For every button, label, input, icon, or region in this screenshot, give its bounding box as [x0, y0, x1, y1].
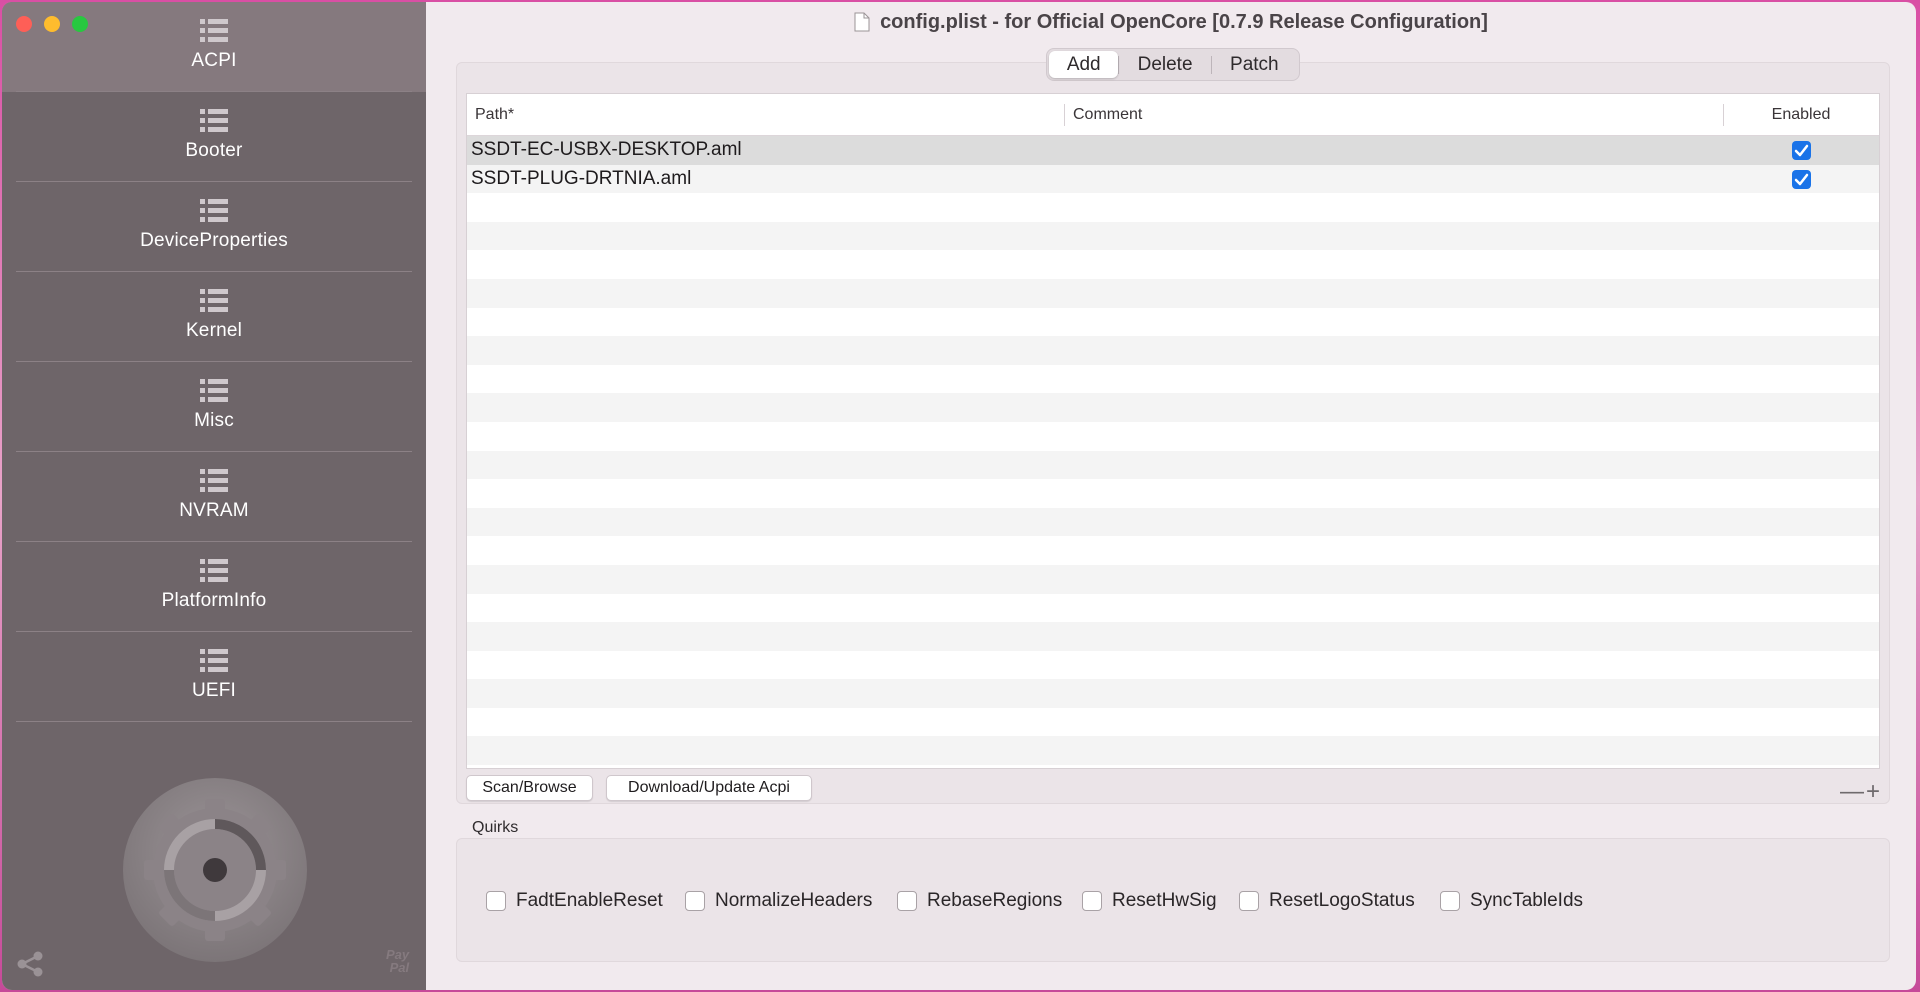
table-row[interactable]: SSDT-PLUG-DRTNIA.aml: [467, 164, 1879, 194]
close-button[interactable]: [16, 16, 32, 32]
table-row-empty: [467, 564, 1879, 594]
table-body: SSDT-EC-USBX-DESKTOP.aml SSDT-PLUG-DRTNI…: [467, 136, 1879, 768]
sidebar-item-label: PlatformInfo: [161, 590, 267, 611]
sidebar-item-platforminfo[interactable]: PlatformInfo: [2, 542, 426, 632]
table-header: Path* Comment Enabled: [467, 94, 1879, 136]
table-row-empty: [467, 365, 1879, 394]
title-bar: config.plist - for Official OpenCore [0.…: [426, 2, 1916, 42]
table-row-empty: [467, 507, 1879, 537]
checkbox[interactable]: [1082, 891, 1102, 911]
paypal-logo[interactable]: Pay Pal: [386, 948, 409, 974]
list-icon: [200, 469, 228, 492]
sidebar-item-label: Kernel: [185, 320, 243, 341]
quirks-label: Quirks: [472, 819, 519, 836]
quirk-rebaseregions[interactable]: RebaseRegions: [897, 890, 1062, 912]
enabled-checkbox[interactable]: [1792, 141, 1811, 160]
tab-delete[interactable]: Delete: [1119, 51, 1210, 78]
table-row-empty: [467, 536, 1879, 565]
list-icon: [200, 19, 228, 42]
column-header-path[interactable]: Path*: [475, 106, 514, 124]
table-row-empty: [467, 679, 1879, 708]
list-icon: [200, 289, 228, 312]
remove-row-button[interactable]: —: [1840, 778, 1866, 805]
sidebar-item-booter[interactable]: Booter: [2, 92, 426, 182]
list-icon: [200, 199, 228, 222]
enabled-checkbox[interactable]: [1792, 169, 1811, 189]
checkbox[interactable]: [486, 891, 506, 911]
quirk-resetlogostatus[interactable]: ResetLogoStatus: [1239, 890, 1415, 912]
quirk-resethwsig[interactable]: ResetHwSig: [1082, 890, 1217, 912]
checkbox[interactable]: [685, 891, 705, 911]
add-row-button[interactable]: +: [1866, 778, 1882, 805]
row-controls: —+: [1840, 778, 1882, 806]
quirk-fadtenablereset[interactable]: FadtEnableReset: [486, 890, 663, 912]
table-row-empty: [467, 193, 1879, 222]
gear-icon[interactable]: [122, 777, 308, 963]
table-row-empty: [467, 736, 1879, 766]
list-icon: [200, 559, 228, 582]
download-update-acpi-button[interactable]: Download/Update Acpi: [606, 775, 812, 801]
cell-path[interactable]: SSDT-EC-USBX-DESKTOP.aml: [471, 139, 742, 161]
sidebar-item-label: NVRAM: [179, 500, 249, 521]
quirk-synctableids[interactable]: SyncTableIds: [1440, 890, 1583, 912]
table-row-empty: [467, 308, 1879, 337]
checkbox[interactable]: [897, 891, 917, 911]
table-row-empty: [467, 221, 1879, 251]
sidebar-item-label: Misc: [194, 410, 234, 431]
sidebar-item-kernel[interactable]: Kernel: [2, 272, 426, 362]
sidebar-item-nvram[interactable]: NVRAM: [2, 452, 426, 542]
table-row-empty: [467, 450, 1879, 480]
acpi-table: Path* Comment Enabled SSDT-EC-USBX-DESKT…: [466, 93, 1880, 769]
table-row[interactable]: SSDT-EC-USBX-DESKTOP.aml: [467, 136, 1879, 165]
sidebar-item-label: Booter: [185, 140, 243, 161]
window-title: config.plist - for Official OpenCore [0.…: [880, 10, 1488, 33]
checkbox[interactable]: [1239, 891, 1259, 911]
share-icon[interactable]: [16, 950, 44, 978]
table-row-empty: [467, 336, 1879, 365]
column-header-enabled[interactable]: Enabled: [1723, 106, 1879, 124]
minimize-button[interactable]: [44, 16, 60, 32]
table-row-empty: [467, 651, 1879, 680]
scan-browse-button[interactable]: Scan/Browse: [466, 775, 593, 801]
table-row-empty: [467, 708, 1879, 737]
traffic-lights: [16, 16, 88, 32]
sidebar-item-label: ACPI: [191, 50, 237, 71]
app-window: ACPI Booter DeviceProperties Kernel Misc…: [2, 2, 1916, 990]
table-row-empty: [467, 594, 1879, 623]
sidebar-item-uefi[interactable]: UEFI: [2, 632, 426, 722]
segmented-tabs: Add Delete Patch: [1046, 48, 1300, 81]
table-row-empty: [467, 422, 1879, 451]
checkmark-icon: [1794, 144, 1809, 157]
list-icon: [200, 649, 228, 672]
tab-add[interactable]: Add: [1049, 51, 1119, 78]
table-row-empty: [467, 622, 1879, 651]
column-header-comment[interactable]: Comment: [1073, 106, 1142, 124]
sidebar-item-misc[interactable]: Misc: [2, 362, 426, 452]
table-row-empty: [467, 479, 1879, 508]
zoom-button[interactable]: [72, 16, 88, 32]
cell-path[interactable]: SSDT-PLUG-DRTNIA.aml: [471, 168, 691, 190]
table-row-empty: [467, 250, 1879, 279]
sidebar-item-label: DeviceProperties: [140, 230, 288, 251]
sidebar: ACPI Booter DeviceProperties Kernel Misc…: [2, 2, 426, 990]
list-icon: [200, 379, 228, 402]
table-row-empty: [467, 278, 1879, 308]
checkmark-icon: [1794, 173, 1809, 185]
list-icon: [200, 109, 228, 132]
quirk-normalizeheaders[interactable]: NormalizeHeaders: [685, 890, 872, 912]
sidebar-item-label: UEFI: [191, 680, 237, 701]
tab-patch[interactable]: Patch: [1212, 51, 1297, 78]
sidebar-item-deviceproperties[interactable]: DeviceProperties: [2, 182, 426, 272]
table-row-empty: [467, 393, 1879, 422]
checkbox[interactable]: [1440, 891, 1460, 911]
document-icon: [854, 12, 870, 32]
